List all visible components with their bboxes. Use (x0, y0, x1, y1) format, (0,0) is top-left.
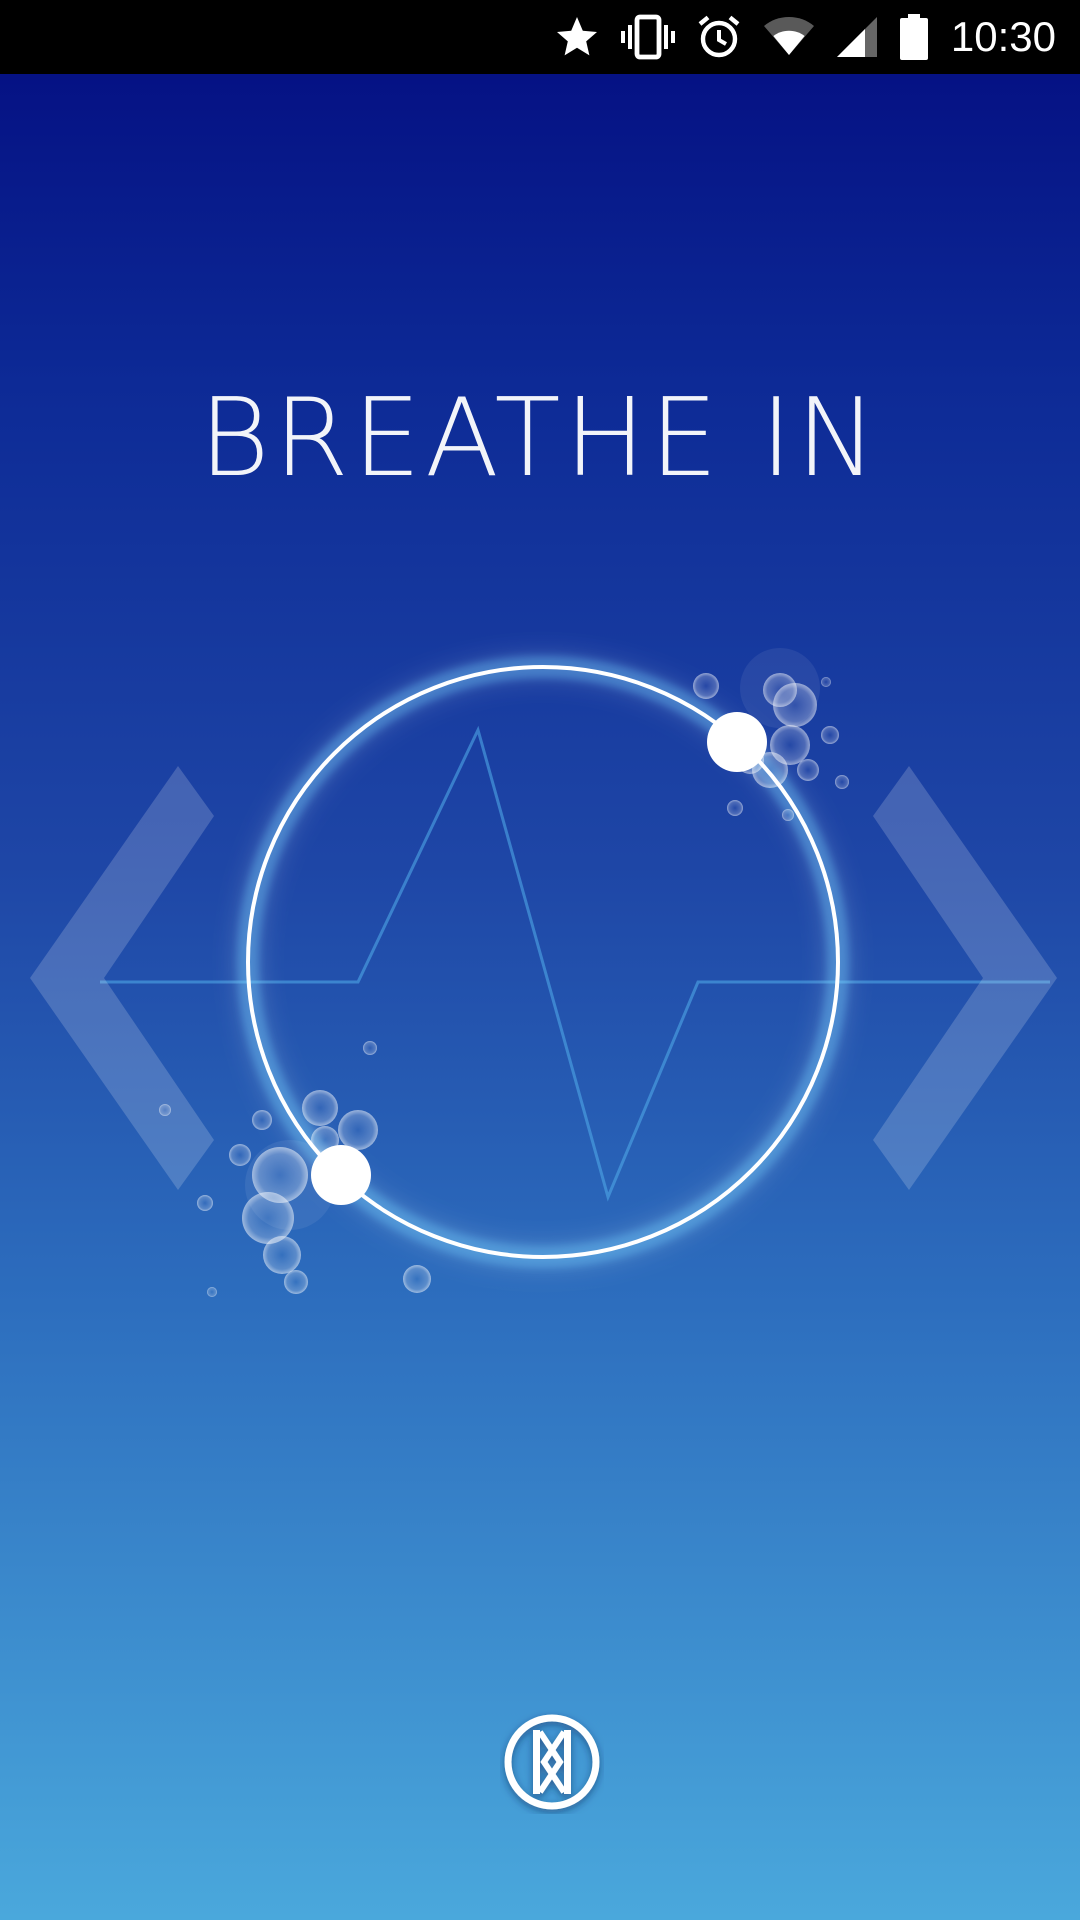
chevron-right-icon[interactable] (869, 766, 1059, 1190)
app-screen: 10:30 BREATHE IN (0, 0, 1080, 1920)
ring-dot-upper (707, 712, 767, 772)
chevron-left-icon[interactable] (28, 766, 218, 1190)
app-logo-icon[interactable] (500, 1710, 604, 1814)
ring-dot-lower (311, 1145, 371, 1205)
